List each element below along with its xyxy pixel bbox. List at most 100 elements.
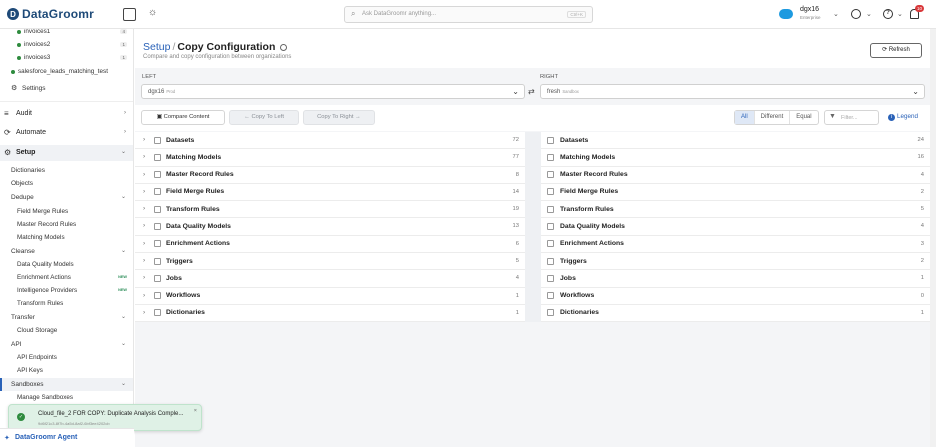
search-input[interactable]: ⌕ Ask DataGroomr anything... Ctrl+K [344, 6, 593, 23]
logo[interactable]: D DataGroomr [7, 7, 94, 21]
config-row[interactable]: Triggers 2 [541, 253, 930, 271]
chevron-right-icon[interactable]: › [143, 309, 145, 316]
sidebar-toggle-icon[interactable] [123, 8, 136, 21]
sidebar-group-api[interactable]: API ⌄ [0, 339, 133, 351]
config-row[interactable]: › Data Quality Models 13 [135, 218, 525, 236]
config-row[interactable]: › Triggers 5 [135, 253, 525, 271]
filter-input[interactable]: ▼ Filter... [824, 110, 879, 125]
sidebar-item-dictionaries[interactable]: Dictionaries [0, 165, 133, 177]
sidebar-item-matching-models[interactable]: Matching Models [0, 232, 133, 244]
row-checkbox[interactable] [154, 188, 161, 196]
row-checkbox[interactable] [154, 205, 161, 213]
account-icon[interactable] [851, 9, 861, 19]
row-checkbox[interactable] [154, 292, 161, 300]
close-icon[interactable]: × [194, 408, 197, 414]
sidebar-item-master-record-rules[interactable]: Master Record Rules [0, 219, 133, 231]
config-row[interactable]: Workflows 0 [541, 288, 930, 305]
sidebar-group-transfer[interactable]: Transfer ⌄ [0, 312, 133, 324]
copy-to-right-button[interactable]: Copy To Right → [303, 110, 375, 125]
account-chevron-down-icon[interactable]: ⌄ [866, 10, 872, 18]
config-row[interactable]: › Jobs 4 [135, 270, 525, 288]
sidebar-item-settings[interactable]: ⚙ Settings [0, 82, 133, 96]
config-row[interactable]: › Dictionaries 1 [135, 305, 525, 323]
sidebar-item-data-quality-models[interactable]: Data Quality Models [0, 259, 133, 271]
help-chevron-down-icon[interactable]: ⌄ [897, 10, 903, 18]
chevron-right-icon[interactable]: › [143, 240, 145, 247]
sidebar-item-api-keys[interactable]: API Keys [0, 365, 133, 377]
sidebar-item-transform-rules[interactable]: Transform Rules [0, 298, 133, 310]
info-icon[interactable] [280, 43, 288, 51]
legend-button[interactable]: i Legend [888, 113, 918, 121]
chevron-right-icon[interactable]: › [143, 292, 145, 299]
row-checkbox[interactable] [547, 188, 554, 196]
config-row[interactable]: Field Merge Rules 2 [541, 184, 930, 202]
config-row[interactable]: Jobs 1 [541, 270, 930, 288]
org-switcher[interactable]: dgx16 Enterprise [800, 6, 821, 20]
config-row[interactable]: › Field Merge Rules 14 [135, 184, 525, 202]
config-row[interactable]: Dictionaries 1 [541, 305, 930, 323]
chevron-right-icon[interactable]: › [143, 171, 145, 178]
sidebar-group-dedupe[interactable]: Dedupe ⌄ [0, 192, 133, 204]
config-row[interactable]: Transform Rules 5 [541, 201, 930, 219]
chevron-right-icon[interactable]: › [143, 257, 145, 264]
row-checkbox[interactable] [547, 153, 554, 161]
help-icon[interactable]: ? [883, 9, 893, 19]
row-checkbox[interactable] [547, 205, 554, 213]
row-checkbox[interactable] [154, 240, 161, 248]
row-checkbox[interactable] [547, 309, 554, 317]
config-row[interactable]: › Master Record Rules 8 [135, 167, 525, 184]
refresh-button[interactable]: ⟳ Refresh [870, 43, 922, 58]
theme-sun-icon[interactable]: ☼ [148, 7, 157, 18]
row-checkbox[interactable] [547, 171, 554, 179]
row-checkbox[interactable] [154, 257, 161, 265]
row-checkbox[interactable] [547, 136, 554, 144]
compare-content-button[interactable]: ▣ Compare Content [141, 110, 225, 125]
row-checkbox[interactable] [547, 292, 554, 300]
swap-icon[interactable]: ⇄ [528, 87, 535, 96]
row-checkbox[interactable] [154, 171, 161, 179]
config-row[interactable]: Master Record Rules 4 [541, 167, 930, 184]
datagroomr-agent-button[interactable]: ✦ DataGroomr Agent [0, 428, 134, 447]
sidebar-item-intelligence-providers[interactable]: Intelligence Providers NEW [0, 285, 133, 297]
left-org-select[interactable]: dgx16 Prod ⌄ [141, 84, 525, 99]
config-row[interactable]: Matching Models 16 [541, 149, 930, 167]
chevron-right-icon[interactable]: › [143, 222, 145, 229]
config-row[interactable]: › Datasets 72 [135, 132, 525, 150]
org-chevron-down-icon[interactable]: ⌄ [833, 10, 839, 18]
row-checkbox[interactable] [154, 274, 161, 282]
sidebar-item-setup[interactable]: ⚙ Setup ⌄ [0, 145, 133, 161]
sidebar-item-api-endpoints[interactable]: API Endpoints [0, 352, 133, 364]
row-checkbox[interactable] [547, 222, 554, 230]
sidebar-item-objects[interactable]: Objects [0, 178, 133, 190]
chevron-right-icon[interactable]: › [143, 153, 145, 160]
sidebar-group-sandboxes[interactable]: Sandboxes ⌄ [0, 378, 133, 391]
config-row[interactable]: › Workflows 1 [135, 288, 525, 305]
row-checkbox[interactable] [547, 274, 554, 282]
chevron-right-icon[interactable]: › [143, 274, 145, 281]
sidebar-file-invoices3[interactable]: invoices3 1 [0, 53, 133, 66]
row-checkbox[interactable] [154, 153, 161, 161]
chevron-right-icon[interactable]: › [143, 136, 145, 143]
filter-different-button[interactable]: Different [755, 111, 791, 124]
sidebar-group-cleanse[interactable]: Cleanse ⌄ [0, 246, 133, 258]
sidebar-item-audit[interactable]: ≡ Audit › [0, 107, 133, 122]
copy-to-left-button[interactable]: ← Copy To Left [229, 110, 299, 125]
sidebar-item-automate[interactable]: ⟳ Automate › [0, 126, 133, 141]
right-org-select[interactable]: fresh Sandbox ⌄ [540, 84, 925, 99]
filter-equal-button[interactable]: Equal [790, 111, 817, 124]
row-checkbox[interactable] [547, 257, 554, 265]
breadcrumb-setup-link[interactable]: Setup [143, 41, 170, 53]
sidebar-item-field-merge-rules[interactable]: Field Merge Rules [0, 206, 133, 218]
config-row[interactable]: Enrichment Actions 3 [541, 236, 930, 254]
config-row[interactable]: › Enrichment Actions 6 [135, 236, 525, 254]
config-row[interactable]: › Transform Rules 19 [135, 201, 525, 219]
sidebar-item-manage-sandboxes[interactable]: Manage Sandboxes [0, 392, 133, 404]
sidebar-file-salesforce-leads[interactable]: salesforce_leads_matching_test [0, 66, 133, 79]
row-checkbox[interactable] [154, 309, 161, 317]
filter-all-button[interactable]: All [735, 111, 755, 124]
row-checkbox[interactable] [547, 240, 554, 248]
sidebar-file-invoices2[interactable]: invoices2 1 [0, 40, 133, 53]
sidebar-item-enrichment-actions[interactable]: Enrichment Actions NEW [0, 272, 133, 284]
config-row[interactable]: Datasets 24 [541, 132, 930, 150]
row-checkbox[interactable] [154, 136, 161, 144]
